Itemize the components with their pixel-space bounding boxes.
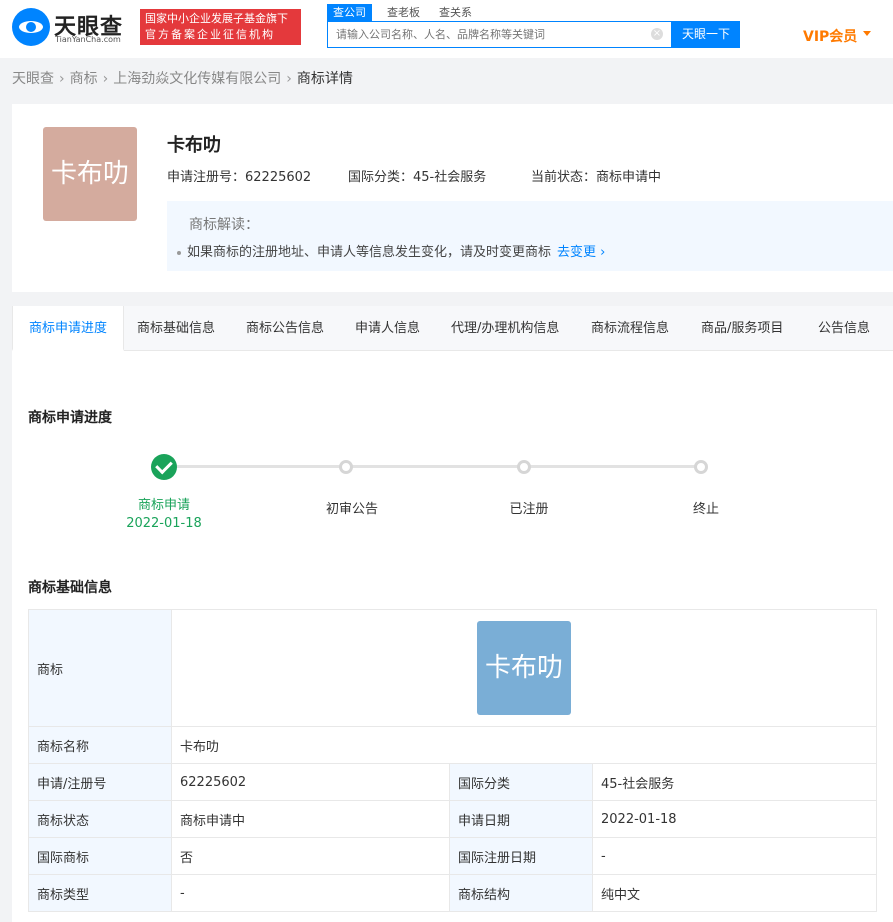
search-button[interactable]: 天眼一下 [672,21,740,48]
step-date-apply: 2022-01-18 [126,516,202,531]
progress-steps: 商标申请 2022-01-18 初审公告 已注册 终止 [12,451,893,541]
tab-progress[interactable]: 商标申请进度 [12,306,125,351]
table-label: 国际注册日期 [449,837,593,875]
change-trademark-link[interactable]: 去变更 › [557,245,605,260]
breadcrumb-separator: › [102,71,109,87]
trademark-name: 卡布叻 [167,135,221,156]
search-box: × [327,21,672,48]
search-tab-company[interactable]: 查公司 [327,4,372,21]
table-row: 商标名称 卡布叻 [28,726,877,764]
search-input[interactable] [328,22,648,47]
breadcrumb-separator: › [59,71,65,87]
status-value: 商标申请中 [596,170,662,185]
breadcrumb: 天眼查 › 商标 › 上海劲焱文化传媒有限公司 › 商标详情 [12,68,353,88]
reg-no-label: 申请注册号： [167,170,246,185]
gov-badge-line2: 官方备案企业征信机构 [145,28,275,41]
basic-info-section-title: 商标基础信息 [28,580,112,596]
clear-icon[interactable]: × [651,28,663,40]
eye-logo-icon [12,8,50,46]
tip-text: 如果商标的注册地址、申请人等信息发生变化，请及时变更商标 去变更 › [177,241,605,260]
table-cell: - [592,837,877,875]
bullet-icon [177,250,181,255]
status-meta: 当前状态：商标申请中 [531,166,661,185]
intl-class-label: 国际分类： [348,170,414,185]
step-label-registered: 已注册 [509,502,549,517]
vip-member-link[interactable]: VIP会员 [803,26,857,46]
table-cell: 卡布叻 [171,726,877,764]
change-link-label: 去变更 [557,245,597,260]
step-label-prelim: 初审公告 [325,502,378,517]
table-cell: 卡布叻 [171,609,877,727]
detail-tabs: 商标申请进度 商标基础信息 商标公告信息 申请人信息 代理/办理机构信息 商标流… [12,306,893,351]
trademark-detail-card: 商标申请进度 商标基础信息 商标公告信息 申请人信息 代理/办理机构信息 商标流… [12,306,893,922]
step-label-terminated: 终止 [692,502,719,517]
table-label: 商标状态 [28,800,172,838]
table-row: 申请/注册号 62225602 国际分类 45-社会服务 [28,763,877,801]
breadcrumb-separator: › [286,71,292,87]
tab-process[interactable]: 商标流程信息 [591,306,669,351]
top-header: 天眼查 TianYanCha.com 国家中小企业发展子基金旗下 官方备案企业征… [0,0,893,58]
step-pending-icon [694,460,708,474]
gov-badge[interactable]: 国家中小企业发展子基金旗下 官方备案企业征信机构 [140,9,301,45]
search-tab-relation[interactable]: 查关系 [433,4,478,21]
table-row: 商标类型 - 商标结构 纯中文 [28,874,877,912]
table-row: 国际商标 否 国际注册日期 - [28,837,877,875]
step-pending-icon [339,460,353,474]
step-pending-icon [517,460,531,474]
gov-badge-line1: 国家中小企业发展子基金旗下 [145,12,288,25]
table-cell: 2022-01-18 [592,800,877,838]
table-label: 申请日期 [449,800,593,838]
intl-class-value: 45-社会服务 [413,170,487,185]
status-label: 当前状态： [531,170,597,185]
progress-section-title: 商标申请进度 [28,410,112,426]
tip-text-content: 如果商标的注册地址、申请人等信息发生变化，请及时变更商标 [187,245,552,260]
tab-agency[interactable]: 代理/办理机构信息 [451,306,559,351]
reg-no-meta: 申请注册号：62225602 [167,166,311,185]
site-logo[interactable]: 天眼查 TianYanCha.com [12,8,132,46]
check-icon [151,454,177,480]
trademark-logo-image: 卡布叻 [477,621,571,715]
table-cell: 否 [171,837,450,875]
chevron-right-icon: › [600,245,606,260]
basic-info-table: 商标 卡布叻 商标名称 卡布叻 申请/注册号 62225602 国际分类 45-… [28,609,877,912]
table-cell: 商标申请中 [171,800,450,838]
logo-domain: TianYanCha.com [55,35,121,44]
table-row: 商标 卡布叻 [28,609,877,727]
breadcrumb-home[interactable]: 天眼查 [12,71,54,87]
table-row: 商标状态 商标申请中 申请日期 2022-01-18 [28,800,877,838]
tab-announcement[interactable]: 商标公告信息 [246,306,324,351]
search-tab-boss[interactable]: 查老板 [381,4,426,21]
intl-class-meta: 国际分类：45-社会服务 [348,166,486,185]
tab-basic-info[interactable]: 商标基础信息 [137,306,215,351]
table-label: 国际商标 [28,837,172,875]
table-cell: 45-社会服务 [592,763,877,801]
step-label-apply: 商标申请 [137,498,190,513]
table-cell: 62225602 [171,763,450,801]
trademark-tip-box: 商标解读： 如果商标的注册地址、申请人等信息发生变化，请及时变更商标 去变更 › [167,201,893,271]
trademark-logo: 卡布叻 [43,127,137,221]
reg-no-value: 62225602 [245,170,312,185]
table-label: 商标结构 [449,874,593,912]
step-connector [524,465,701,468]
breadcrumb-company[interactable]: 上海劲焱文化传媒有限公司 [113,71,281,87]
breadcrumb-trademark[interactable]: 商标 [70,71,98,87]
table-label: 商标类型 [28,874,172,912]
trademark-summary-card: 卡布叻 卡布叻 申请注册号：62225602 国际分类：45-社会服务 当前状态… [12,104,893,292]
table-label: 申请/注册号 [28,763,172,801]
table-label: 商标名称 [28,726,172,764]
tab-applicant[interactable]: 申请人信息 [355,306,420,351]
table-cell: 纯中文 [592,874,877,912]
step-connector [346,465,524,468]
table-label: 国际分类 [449,763,593,801]
chevron-down-icon[interactable] [863,31,871,36]
step-connector [164,465,346,468]
tip-title: 商标解读： [189,217,259,233]
table-cell: - [171,874,450,912]
tab-notice[interactable]: 公告信息 [818,306,870,351]
breadcrumb-current: 商标详情 [296,71,353,87]
tab-goods-services[interactable]: 商品/服务项目 [701,306,783,351]
table-label: 商标 [28,609,172,727]
